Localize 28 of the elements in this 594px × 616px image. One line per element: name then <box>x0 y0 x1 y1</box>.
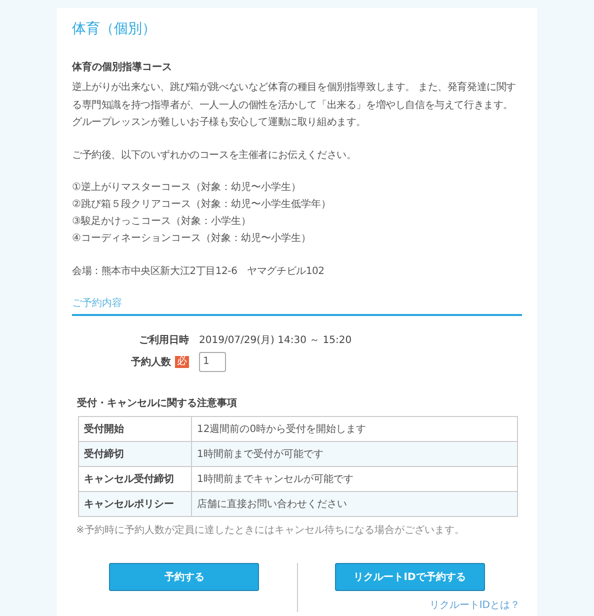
table-header-cell: キャンセル受付締切 <box>78 466 192 491</box>
number-input[interactable]: 1 <box>199 352 226 372</box>
reserve-button[interactable]: 予約する <box>109 562 260 590</box>
field-value: 2019/07/29(月) 14:30 ～ 15:20 <box>199 334 352 346</box>
description-text: 逆上がりが出来ない、跳び箱が跳べないなど体育の種目を個別指導致します。 また、発育発達に関する専門知識を持つ指導者が、一人一人の個性を活かして「出来る」を増やし自信を与えて行きます。グループレッスンが難しいお子様も安心して運動に取り組めます。 <box>72 80 517 130</box>
notice-heading: 受付・キャンセルに関する注意事項 <box>77 396 238 410</box>
course-option: ③駿足かけっこコース（対象：小学生） <box>72 213 522 230</box>
table-cell: 12週間前の0時から受付を開始します <box>192 416 518 441</box>
course-option: ④コーディネーションコース（対象：幼児〜小学生） <box>72 230 522 247</box>
course-option: ②跳び箱５段クリアコース（対象：幼児〜小学生低学年） <box>72 196 522 213</box>
field-label: 予約人数 <box>131 356 171 368</box>
field-label: ご利用日時 <box>139 334 189 346</box>
course-option: ①逆上がりマスターコース（対象：幼児〜小学生） <box>72 179 522 196</box>
table-cell: 1時間前まで受付が可能です <box>192 441 518 466</box>
table-cell: 店舗に直接お問い合わせください <box>192 491 518 516</box>
table-header-cell: キャンセルポリシー <box>78 491 192 516</box>
course-heading: 体育の個別指導コース <box>72 60 173 74</box>
page-title: 体育（個別） <box>72 20 157 38</box>
table-cell: 1時間前までキャンセルが可能です <box>192 466 518 491</box>
table-header-cell: 受付開始 <box>78 416 192 441</box>
help-link[interactable]: リクルートIDとは？ <box>429 598 520 612</box>
reserve-button[interactable]: リクルートIDで予約する <box>334 562 485 590</box>
footnote-text: ※予約時に予約人数が定員に達したときにはキャンセル待ちになる場合がございます。 <box>76 524 466 536</box>
venue-text: 会場：熊本市中央区新大江2丁目12-6 ヤマグチビル102 <box>72 264 326 279</box>
description-text: ご予約後、以下のいずれかのコースを主催者にお伝えください。 <box>72 148 358 162</box>
section-heading: ご予約内容 <box>72 294 522 316</box>
required-badge: 必 <box>175 356 189 368</box>
table-header-cell: 受付締切 <box>78 441 192 466</box>
